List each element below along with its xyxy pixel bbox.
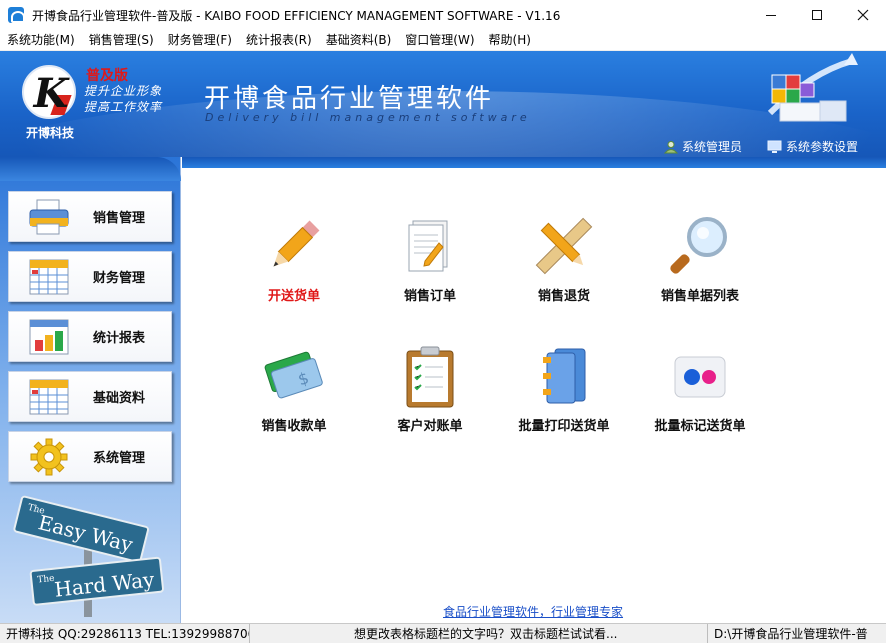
- tile-sales-receipt-label: 销售收款单: [261, 419, 327, 434]
- main-panel: 开送货单 销售订单 销售退货 销售单据列表 $ 销售收款单 客户对账单 批量打印…: [182, 157, 886, 623]
- document-edit-icon: [408, 220, 448, 272]
- status-bar: 开博科技 QQ:29286113 TEL:13929988706 想更改表格标题…: [0, 623, 886, 643]
- magnifier-icon: [670, 217, 727, 274]
- sidebar-top-curve: [0, 157, 181, 181]
- pencil-icon: [273, 220, 320, 267]
- company-name: 开博科技: [26, 126, 75, 140]
- tile-sales-receipt[interactable]: $ 销售收款单: [234, 337, 354, 447]
- main-top-curve: [182, 157, 886, 179]
- close-icon: [857, 9, 869, 21]
- system-settings-label: 系统参数设置: [786, 140, 859, 154]
- monitor-icon: [767, 140, 782, 153]
- menu-reports[interactable]: 统计报表(R): [239, 30, 319, 51]
- app-icon: [8, 7, 25, 23]
- sign-bottom-the: The: [37, 574, 55, 586]
- sidebar-item-system[interactable]: 系统管理: [8, 431, 172, 482]
- status-contact: 开博科技 QQ:29286113 TEL:13929988706: [0, 623, 250, 643]
- title-bar: 开博食品行业管理软件-普及版 - KAIBO FOOD EFFICIENCY M…: [0, 0, 886, 30]
- tile-customer-statement[interactable]: 客户对账单: [370, 337, 490, 447]
- sidebar-item-sales-label: 销售管理: [93, 211, 146, 226]
- sidebar-item-sales[interactable]: 销售管理: [8, 191, 172, 242]
- tile-batch-print[interactable]: 批量打印送货单: [504, 337, 624, 447]
- clipboard-icon: [406, 346, 454, 408]
- menu-system[interactable]: 系统功能(M): [0, 30, 82, 51]
- tile-customer-statement-label: 客户对账单: [397, 419, 463, 434]
- company-logo: K: [22, 65, 76, 119]
- maximize-icon: [812, 10, 822, 20]
- tile-create-delivery-label: 开送货单: [267, 289, 320, 304]
- printer-icon: [29, 199, 69, 234]
- flickr-dots-icon: [674, 356, 726, 398]
- sidebar-item-reports[interactable]: 统计报表: [8, 311, 172, 362]
- cubes-arrow-icon: [767, 53, 858, 122]
- close-button[interactable]: [840, 0, 886, 30]
- tile-sales-return-label: 销售退货: [537, 289, 590, 304]
- bar-chart-icon: [29, 319, 69, 354]
- menu-window[interactable]: 窗口管理(W): [398, 30, 481, 51]
- promo-link[interactable]: 食品行业管理软件，行业管理专家: [443, 603, 623, 620]
- product-subtitle: Delivery bill management software: [205, 111, 531, 124]
- status-path: D:\开博食品行业管理软件-普: [714, 626, 868, 641]
- tile-create-delivery[interactable]: 开送货单: [234, 207, 354, 317]
- pencil-ruler-icon: [535, 217, 593, 275]
- tile-sales-list[interactable]: 销售单据列表: [640, 207, 760, 317]
- sidebar-item-system-label: 系统管理: [93, 451, 146, 466]
- current-user-label: 系统管理员: [682, 140, 743, 154]
- product-title: 开博食品行业管理软件: [204, 84, 495, 114]
- slogan-line-2: 提高工作效率: [84, 100, 163, 114]
- menu-finance[interactable]: 财务管理(F): [161, 30, 239, 51]
- tile-sales-order-label: 销售订单: [403, 289, 456, 304]
- credit-card-icon: $: [264, 351, 323, 399]
- tile-sales-list-label: 销售单据列表: [660, 289, 739, 304]
- gear-icon: [30, 438, 68, 475]
- user-icon: [664, 140, 678, 153]
- calendar-icon: [29, 379, 69, 414]
- tile-batch-mark-label: 批量标记送货单: [654, 419, 746, 434]
- sidebar-item-finance-label: 财务管理: [93, 271, 146, 286]
- tile-batch-mark[interactable]: 批量标记送货单: [640, 337, 760, 447]
- sidebar: 销售管理 财务管理 统计报表 基础资料 系统管理 The Easy Way Th…: [0, 157, 181, 623]
- slogan-line-1: 提升企业形象: [84, 84, 163, 98]
- sidebar-item-basic-data[interactable]: 基础资料: [8, 371, 172, 422]
- status-hint: 想更改表格标题栏的文字吗？双击标题栏试试看...: [250, 623, 708, 643]
- sidebar-item-reports-label: 统计报表: [93, 331, 146, 346]
- minimize-icon: [766, 14, 776, 16]
- tile-sales-return[interactable]: 销售退货: [504, 207, 624, 317]
- menu-sales[interactable]: 销售管理(S): [82, 30, 161, 51]
- window-title: 开博食品行业管理软件-普及版 - KAIBO FOOD EFFICIENCY M…: [32, 8, 561, 23]
- calendar-icon: [29, 259, 69, 294]
- minimize-button[interactable]: [748, 0, 794, 30]
- tile-sales-order[interactable]: 销售订单: [370, 207, 490, 317]
- system-settings-link[interactable]: 系统参数设置: [767, 138, 858, 155]
- sidebar-item-finance[interactable]: 财务管理: [8, 251, 172, 302]
- street-sign-image: The Easy Way The Hard Way: [13, 495, 164, 617]
- sidebar-item-basic-data-label: 基础资料: [93, 391, 146, 406]
- binder-icon: [543, 348, 586, 404]
- logo-k-letter: K: [33, 70, 69, 117]
- menu-basic-data[interactable]: 基础资料(B): [319, 30, 399, 51]
- tile-batch-print-label: 批量打印送货单: [518, 419, 610, 434]
- header-banner: K 普及版 提升企业形象 提高工作效率 开博科技 开博食品行业管理软件 Deli…: [0, 51, 886, 157]
- menu-bar: 系统功能(M) 销售管理(S) 财务管理(F) 统计报表(R) 基础资料(B) …: [0, 30, 886, 51]
- current-user-link[interactable]: 系统管理员: [664, 138, 742, 155]
- menu-help[interactable]: 帮助(H): [482, 30, 538, 51]
- maximize-button[interactable]: [794, 0, 840, 30]
